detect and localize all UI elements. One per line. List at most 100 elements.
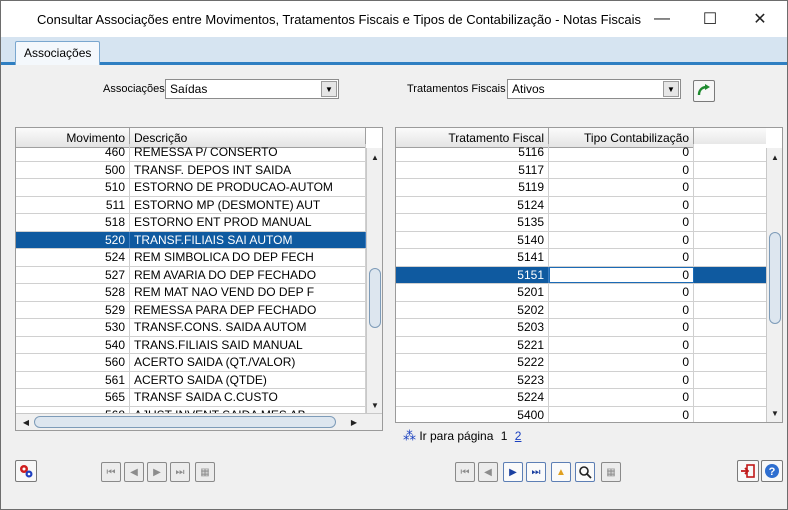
- movimento-cell: 511: [16, 196, 130, 213]
- content-area: Associações Saídas ▼ Tratamentos Fiscais…: [5, 68, 783, 488]
- descricao-cell: ACERTO SAIDA (QTDE): [130, 371, 366, 388]
- tipo-contabilizacao-cell: 0: [549, 249, 694, 266]
- left-last-button[interactable]: ⏭: [170, 462, 190, 482]
- table-row[interactable]: 5140 0: [396, 231, 766, 249]
- tratamento-cell: 5222: [396, 354, 549, 371]
- exit-button[interactable]: [737, 460, 759, 482]
- table-row[interactable]: 5141 0: [396, 249, 766, 267]
- movimento-cell: 520: [16, 231, 130, 248]
- filler-cell: [694, 214, 766, 231]
- left-first-button[interactable]: ⏮: [101, 462, 121, 482]
- table-row[interactable]: 5135 0: [396, 214, 766, 232]
- tratamento-cell: 5141: [396, 249, 549, 266]
- associacoes-select[interactable]: Saídas ▼: [165, 79, 339, 99]
- scroll-down-icon[interactable]: ▼: [767, 406, 782, 420]
- main-window: Consultar Associações entre Movimentos, …: [0, 0, 788, 510]
- table-row[interactable]: 5223 0: [396, 371, 766, 389]
- tipo-contabilizacao-cell: 0: [549, 336, 694, 353]
- movimentos-vscroll-thumb[interactable]: [369, 268, 381, 328]
- chevron-down-icon[interactable]: ▼: [663, 81, 679, 97]
- table-row[interactable]: 524 REM SIMBOLICA DO DEP FECH: [16, 249, 366, 267]
- scroll-down-icon[interactable]: ▼: [367, 398, 382, 412]
- refresh-icon: [697, 84, 710, 96]
- table-row[interactable]: 5151 0: [396, 266, 766, 284]
- help-icon: ?: [765, 464, 779, 478]
- pager-page-link[interactable]: 2: [515, 429, 522, 443]
- pager-page-current[interactable]: 1: [501, 429, 508, 443]
- table-row[interactable]: 528 REM MAT NAO VEND DO DEP F: [16, 284, 366, 302]
- table-row[interactable]: 5119 0: [396, 179, 766, 197]
- descricao-cell: REMESSA P/ CONSERTO: [130, 144, 366, 161]
- filler-cell: [694, 231, 766, 248]
- tratamentos-vscroll-thumb[interactable]: [769, 232, 781, 324]
- tab-associacoes[interactable]: Associações: [15, 41, 101, 65]
- pager-nodes-icon: ⁂: [403, 428, 416, 443]
- table-row[interactable]: 5222 0: [396, 354, 766, 372]
- tipo-contabilizacao-cell: 0: [549, 284, 694, 301]
- table-row[interactable]: 518 ESTORNO ENT PROD MANUAL: [16, 214, 366, 232]
- table-row[interactable]: 5224 0: [396, 389, 766, 407]
- descricao-cell: ESTORNO DE PRODUCAO-AUTOM: [130, 179, 366, 196]
- title-bar: Consultar Associações entre Movimentos, …: [1, 1, 787, 37]
- right-next-button[interactable]: ▶: [503, 462, 523, 482]
- right-first-button[interactable]: ⏮: [455, 462, 475, 482]
- refresh-button[interactable]: [693, 80, 715, 102]
- chevron-down-icon[interactable]: ▼: [321, 81, 337, 97]
- movimento-cell: 530: [16, 319, 130, 336]
- table-row[interactable]: 540 TRANS.FILIAIS SAID MANUAL: [16, 336, 366, 354]
- table-row[interactable]: 561 ACERTO SAIDA (QTDE): [16, 371, 366, 389]
- table-row[interactable]: 510 ESTORNO DE PRODUCAO-AUTOM: [16, 179, 366, 197]
- filler-cell: [694, 249, 766, 266]
- table-row[interactable]: 529 REMESSA PARA DEP FECHADO: [16, 301, 366, 319]
- maximize-button[interactable]: ☐: [687, 1, 733, 37]
- table-row[interactable]: 5221 0: [396, 336, 766, 354]
- minimize-button[interactable]: —: [639, 1, 685, 37]
- scroll-right-icon[interactable]: ▶: [346, 415, 362, 429]
- table-row[interactable]: 5400 0: [396, 406, 766, 422]
- table-row[interactable]: 460 REMESSA P/ CONSERTO: [16, 144, 366, 162]
- table-row[interactable]: 560 ACERTO SAIDA (QT./VALOR): [16, 354, 366, 372]
- pager-label: Ir para página: [419, 429, 494, 443]
- exit-icon: [741, 464, 755, 478]
- tipo-contabilizacao-cell: 0: [549, 144, 694, 161]
- table-row[interactable]: 565 TRANSF SAIDA C.CUSTO: [16, 389, 366, 407]
- close-button[interactable]: ✕: [737, 1, 783, 37]
- left-next-button[interactable]: ▶: [147, 462, 167, 482]
- tratamento-cell: 5151: [396, 266, 549, 283]
- tratamento-cell: 5124: [396, 196, 549, 213]
- table-row[interactable]: 511 ESTORNO MP (DESMONTE) AUT: [16, 196, 366, 214]
- scroll-up-icon[interactable]: ▲: [767, 150, 782, 164]
- movimento-cell: 518: [16, 214, 130, 231]
- tratamentos-select[interactable]: Ativos ▼: [507, 79, 681, 99]
- descricao-cell: REM SIMBOLICA DO DEP FECH: [130, 249, 366, 266]
- table-row[interactable]: 5116 0: [396, 144, 766, 162]
- tratamentos-vscroll[interactable]: ▲ ▼: [766, 148, 782, 422]
- right-last-button[interactable]: ⏭: [526, 462, 546, 482]
- filler-cell: [694, 406, 766, 422]
- table-row[interactable]: 520 TRANSF.FILIAIS SAI AUTOM: [16, 231, 366, 249]
- left-prev-button[interactable]: ◀: [124, 462, 144, 482]
- table-row[interactable]: 527 REM AVARIA DO DEP FECHADO: [16, 266, 366, 284]
- table-row[interactable]: 530 TRANSF.CONS. SAIDA AUTOM: [16, 319, 366, 337]
- scroll-up-icon[interactable]: ▲: [367, 150, 382, 164]
- settings-button[interactable]: [15, 460, 37, 482]
- table-row[interactable]: 500 TRANSF. DEPOS INT SAIDA: [16, 161, 366, 179]
- help-button[interactable]: ?: [761, 460, 783, 482]
- table-row[interactable]: 5201 0: [396, 284, 766, 302]
- table-row[interactable]: 5124 0: [396, 196, 766, 214]
- movimentos-hscroll[interactable]: ◀ ▶: [16, 413, 382, 430]
- table-row[interactable]: 5117 0: [396, 161, 766, 179]
- right-search-button[interactable]: [575, 462, 595, 482]
- movimentos-hscroll-thumb[interactable]: [34, 416, 336, 428]
- scroll-left-icon[interactable]: ◀: [18, 415, 34, 429]
- right-prev-button[interactable]: ◀: [478, 462, 498, 482]
- right-grid-view-button[interactable]: ▦: [601, 462, 621, 482]
- table-row[interactable]: 5203 0: [396, 319, 766, 337]
- filler-cell: [694, 196, 766, 213]
- right-up-button[interactable]: ▲: [551, 462, 571, 482]
- left-grid-view-button[interactable]: ▦: [195, 462, 215, 482]
- movimentos-vscroll[interactable]: ▲ ▼: [366, 148, 382, 414]
- tratamento-cell: 5201: [396, 284, 549, 301]
- tipo-contabilizacao-cell: 0: [549, 214, 694, 231]
- table-row[interactable]: 5202 0: [396, 301, 766, 319]
